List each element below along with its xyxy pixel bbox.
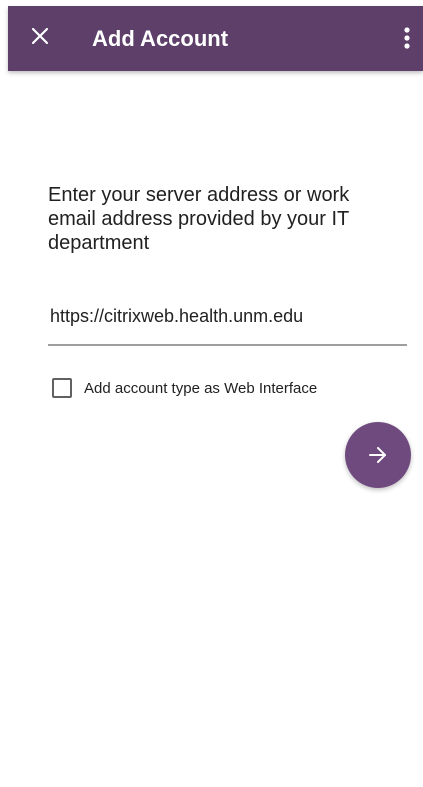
more-vert-icon: [404, 27, 410, 49]
close-icon: [31, 27, 49, 45]
app-bar: Add Account: [8, 6, 423, 71]
server-address-input[interactable]: [48, 298, 409, 334]
web-interface-checkbox-label: Add account type as Web Interface: [84, 379, 318, 397]
server-address-field: [48, 298, 409, 346]
page-title: Add Account: [92, 26, 229, 51]
next-button[interactable]: [345, 422, 411, 488]
web-interface-option[interactable]: Add account type as Web Interface: [52, 376, 317, 400]
overflow-menu-button[interactable]: [395, 20, 419, 56]
close-button[interactable]: [22, 18, 58, 54]
web-interface-checkbox[interactable]: [52, 378, 72, 398]
arrow-right-icon: [369, 447, 386, 463]
server-address-prompt: Enter your server address or work email …: [48, 184, 350, 254]
